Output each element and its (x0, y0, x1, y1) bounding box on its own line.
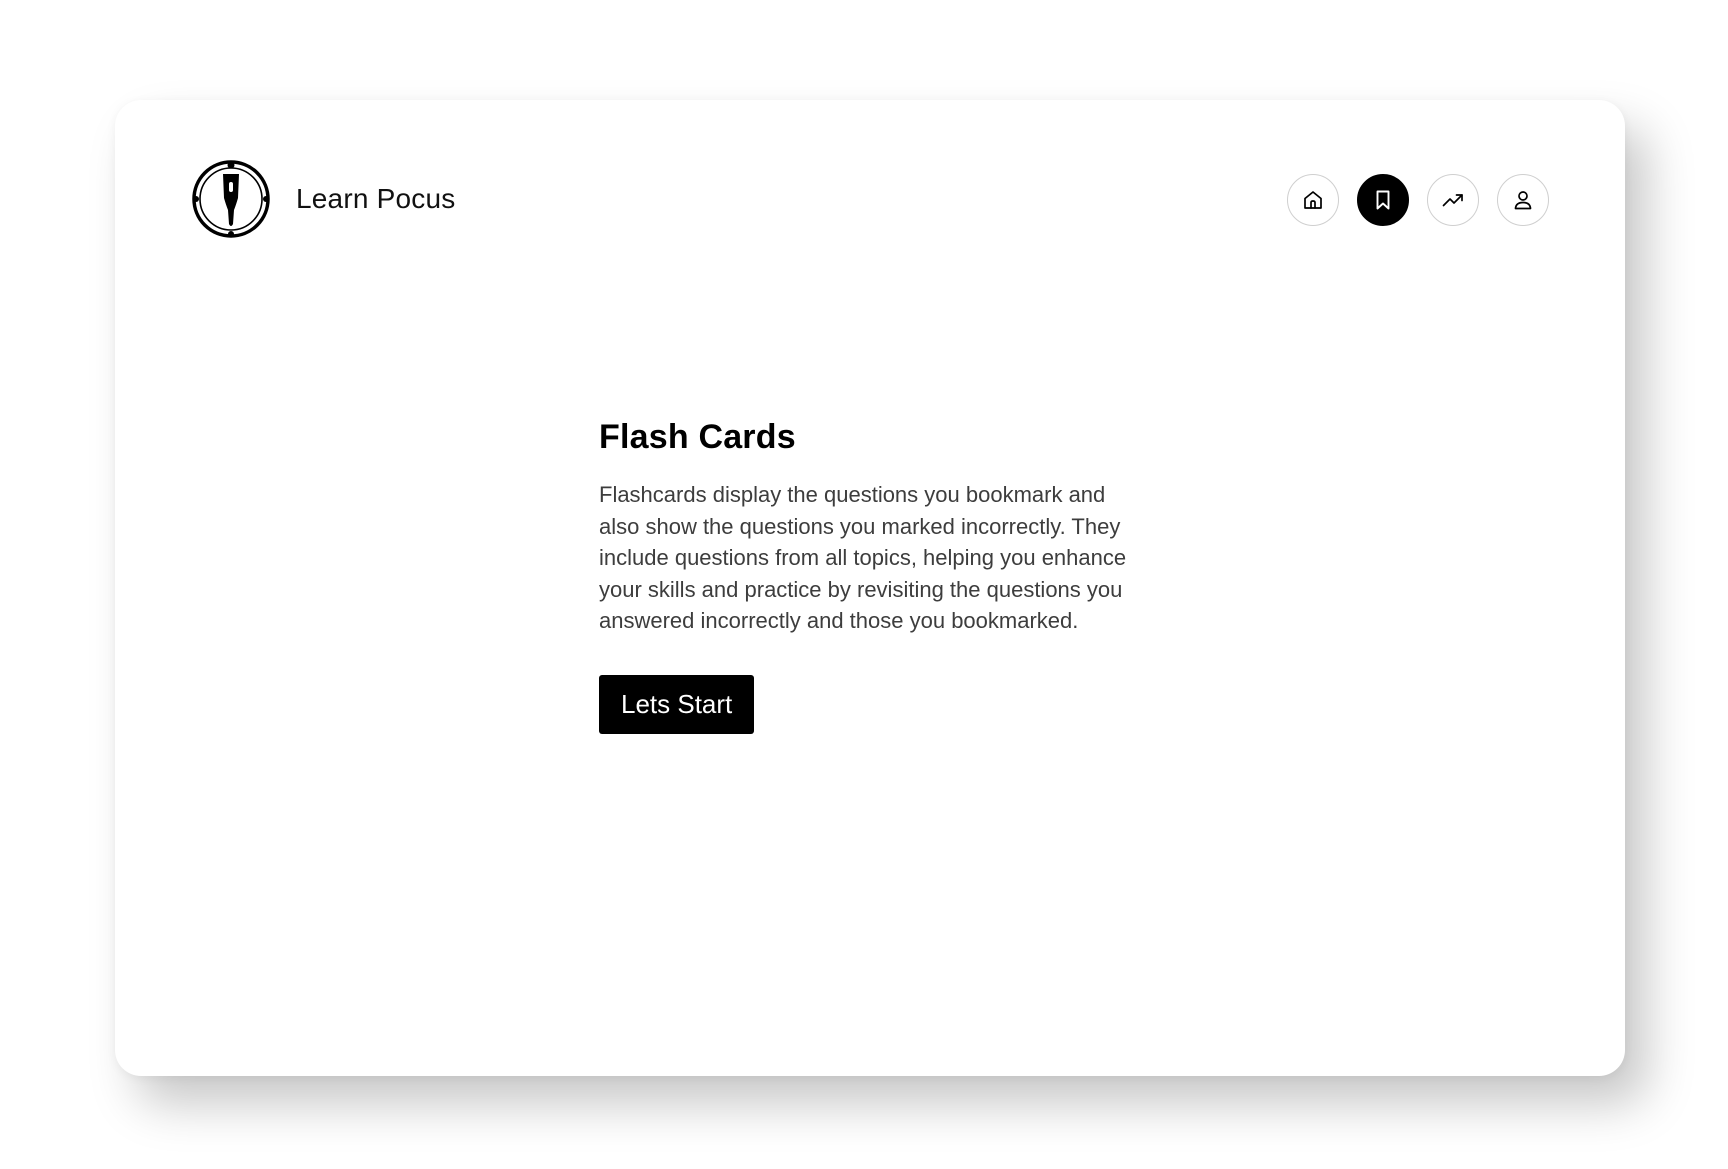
trending-up-icon (1442, 194, 1463, 207)
page-title: Flash Cards (599, 418, 796, 456)
top-nav (1287, 174, 1549, 226)
nav-bookmarks-button[interactable] (1357, 174, 1409, 226)
nav-profile-button[interactable] (1497, 174, 1549, 226)
user-icon (1514, 191, 1532, 210)
brand-name: Learn Pocus (296, 183, 456, 214)
page-description: Flashcards display the questions you boo… (599, 482, 1127, 633)
lets-start-button[interactable]: Lets Start (599, 674, 755, 734)
nav-progress-button[interactable] (1427, 174, 1479, 226)
ultrasound-probe-logo-icon (192, 160, 270, 238)
page-canvas: Learn Pocus Flash Cards Flashcards displ… (0, 0, 1728, 1169)
home-icon (1304, 191, 1322, 209)
flash-cards-intro: Flash Cards Flashcards display the quest… (599, 418, 1159, 734)
bookmark-icon (1376, 190, 1390, 210)
brand[interactable]: Learn Pocus (190, 158, 455, 240)
nav-home-button[interactable] (1287, 174, 1339, 226)
app-window: Learn Pocus Flash Cards Flashcards displ… (115, 100, 1625, 1076)
